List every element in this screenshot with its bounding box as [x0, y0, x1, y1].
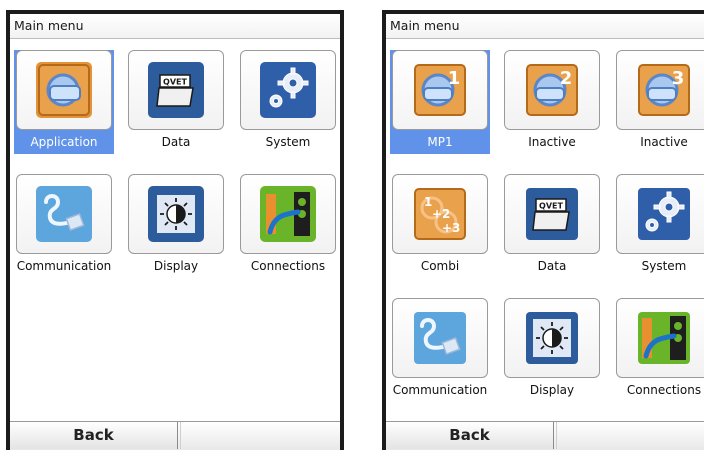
svg-text:+2: +2	[432, 207, 450, 221]
tile-label: Data	[161, 135, 191, 149]
tile-label: Application	[30, 135, 98, 149]
tile-label: Connections	[250, 259, 326, 273]
softkey-right[interactable]	[556, 422, 704, 449]
tile-combi[interactable]: 1 +2 +3 Combi	[390, 174, 490, 278]
tile-data[interactable]: QVET Data	[502, 174, 602, 278]
application-3-icon: 3	[636, 62, 692, 118]
tile-application[interactable]: Application	[14, 50, 114, 154]
back-button[interactable]: Back	[10, 422, 178, 449]
svg-text:3: 3	[672, 68, 685, 89]
display-brightness-icon	[148, 186, 204, 242]
icon-frame	[16, 174, 112, 254]
icon-frame: 1	[392, 50, 488, 130]
communication-icon	[36, 186, 92, 242]
tile-inactive-3[interactable]: 3 Inactive	[614, 50, 704, 154]
tile-label: Display	[529, 383, 575, 397]
svg-text:+3: +3	[442, 221, 460, 235]
tile-communication[interactable]: Communication	[390, 298, 490, 402]
icon-frame	[616, 298, 704, 378]
tile-system[interactable]: System	[614, 174, 704, 278]
page-title: Main menu	[386, 14, 704, 39]
tile-communication[interactable]: Communication	[14, 174, 114, 278]
application-1-icon: 1	[412, 62, 468, 118]
page-title: Main menu	[10, 14, 340, 39]
svg-text:1: 1	[448, 68, 461, 89]
data-icon: QVET	[524, 186, 580, 242]
icon-frame	[504, 298, 600, 378]
system-gear-icon	[636, 186, 692, 242]
icon-frame: 3	[616, 50, 704, 130]
application-icon	[36, 62, 92, 118]
icon-frame	[128, 174, 224, 254]
icon-frame: 1 +2 +3	[392, 174, 488, 254]
icon-frame	[240, 50, 336, 130]
tile-label: Inactive	[528, 135, 576, 149]
display-brightness-icon	[524, 310, 580, 366]
data-icon-text: QVET	[539, 202, 563, 211]
tile-mp1[interactable]: 1 MP1	[390, 50, 490, 154]
tile-display[interactable]: Display	[502, 298, 602, 402]
back-button[interactable]: Back	[386, 422, 554, 449]
application-2-icon: 2	[524, 62, 580, 118]
softkey-bar: Back	[10, 421, 340, 450]
system-gear-icon	[260, 62, 316, 118]
softkey-right[interactable]	[180, 422, 340, 449]
tile-label: System	[641, 259, 687, 273]
tile-label: MP1	[427, 135, 453, 149]
icon-frame: QVET	[504, 174, 600, 254]
tile-system[interactable]: System	[238, 50, 338, 154]
tile-connections[interactable]: Connections	[614, 298, 704, 402]
tile-connections[interactable]: Connections	[238, 174, 338, 278]
tile-label: Connections	[626, 383, 702, 397]
tile-label: Inactive	[640, 135, 688, 149]
tile-label: Data	[537, 259, 567, 273]
main-menu-screen-left: Main menu Application QVET Data System C…	[6, 10, 344, 450]
tile-inactive-2[interactable]: 2 Inactive	[502, 50, 602, 154]
combi-icon: 1 +2 +3	[412, 186, 468, 242]
icon-frame	[616, 174, 704, 254]
main-menu-screen-right: Main menu 1 MP1 2 Inactive 3 Inactive 1 …	[382, 10, 704, 450]
tile-label: Communication	[392, 383, 488, 397]
svg-text:2: 2	[560, 68, 573, 89]
tile-label: Communication	[16, 259, 112, 273]
icon-frame: 2	[504, 50, 600, 130]
tile-display[interactable]: Display	[126, 174, 226, 278]
tile-label: System	[265, 135, 311, 149]
icon-frame: QVET	[128, 50, 224, 130]
tile-data[interactable]: QVET Data	[126, 50, 226, 154]
softkey-bar: Back	[386, 421, 704, 450]
tile-label: Combi	[420, 259, 460, 273]
data-icon-text: QVET	[163, 78, 187, 87]
tile-label: Display	[153, 259, 199, 273]
connections-icon	[260, 186, 316, 242]
icon-frame	[16, 50, 112, 130]
icon-frame	[392, 298, 488, 378]
communication-icon	[412, 310, 468, 366]
connections-icon	[636, 310, 692, 366]
data-icon: QVET	[148, 62, 204, 118]
icon-frame	[240, 174, 336, 254]
